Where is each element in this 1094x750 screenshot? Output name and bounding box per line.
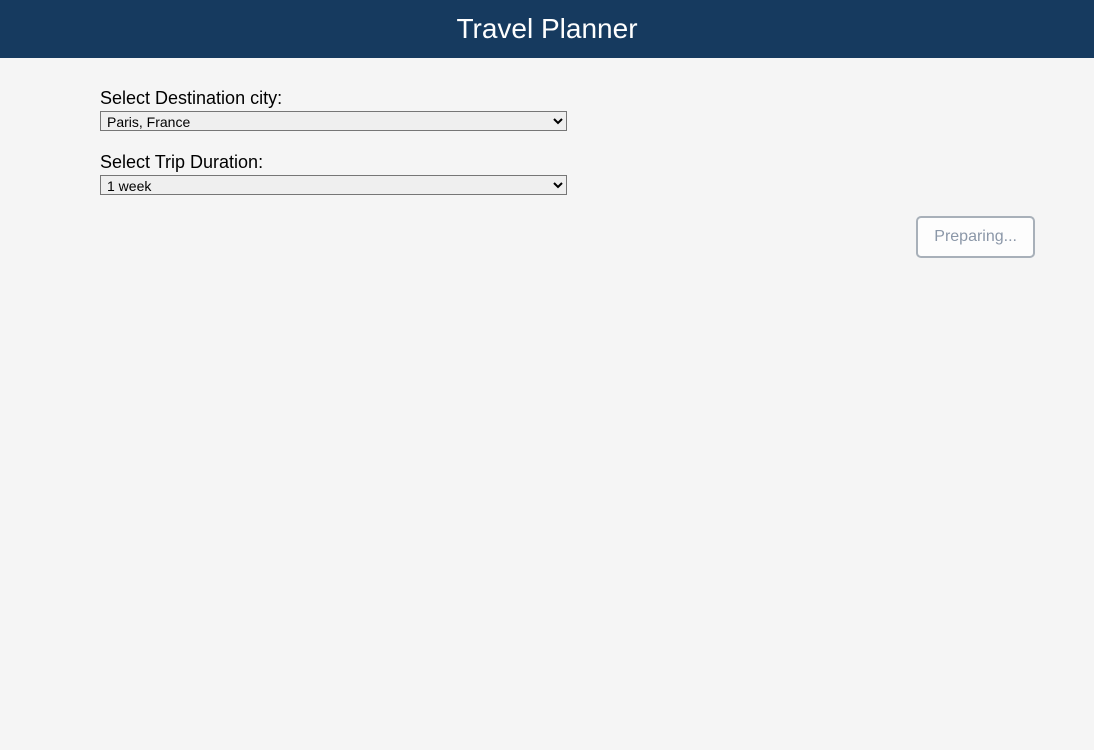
duration-label: Select Trip Duration: — [100, 152, 567, 173]
app-header: Travel Planner — [0, 0, 1094, 58]
preparing-button[interactable]: Preparing... — [916, 216, 1035, 258]
button-container: Preparing... — [100, 216, 1035, 258]
duration-select[interactable]: 1 week — [100, 175, 567, 195]
duration-form-group: Select Trip Duration: 1 week — [100, 152, 567, 196]
destination-select[interactable]: Paris, France — [100, 111, 567, 131]
destination-form-group: Select Destination city: Paris, France — [100, 88, 567, 132]
main-content: Select Destination city: Paris, France S… — [0, 58, 1094, 288]
app-title: Travel Planner — [456, 13, 637, 44]
destination-label: Select Destination city: — [100, 88, 567, 109]
